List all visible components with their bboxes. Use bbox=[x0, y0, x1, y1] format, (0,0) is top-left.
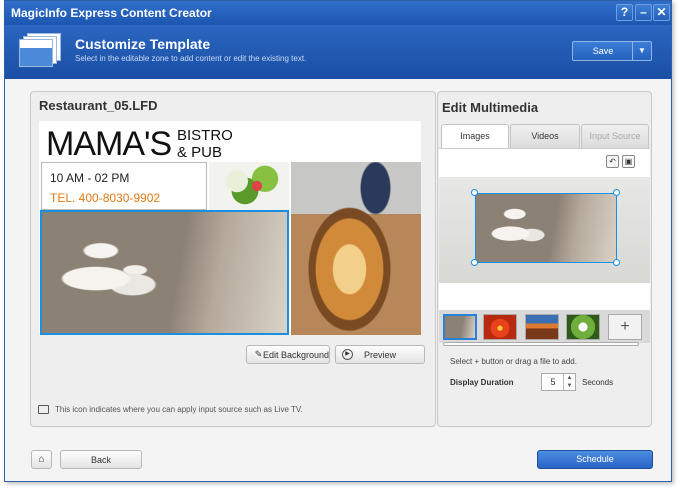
save-dropdown-icon[interactable]: ▼ bbox=[632, 42, 651, 60]
home-button[interactable]: ⌂ bbox=[31, 450, 52, 469]
save-label: Save bbox=[592, 46, 614, 56]
tab-videos[interactable]: Videos bbox=[510, 124, 580, 148]
page-title: Customize Template bbox=[75, 36, 211, 52]
window-title: MagicInfo Express Content Creator bbox=[11, 6, 212, 20]
salad-image-zone[interactable] bbox=[209, 162, 289, 210]
preview-label: Preview bbox=[363, 350, 396, 360]
crop-frame[interactable] bbox=[475, 193, 617, 263]
hours-text: 10 AM - 02 PM bbox=[50, 171, 130, 185]
bistro-line: BISTRO bbox=[177, 127, 233, 144]
crop-handle-top-right[interactable] bbox=[613, 189, 620, 196]
pub-line: & PUB bbox=[177, 144, 223, 161]
save-image-icon[interactable]: ▣ bbox=[622, 155, 635, 168]
add-media-hint: Select + button or drag a file to add. bbox=[450, 357, 577, 366]
template-stack-icon bbox=[19, 33, 63, 67]
media-editor: ↶ ▣ bbox=[439, 148, 650, 310]
tab-images[interactable]: Images bbox=[441, 124, 509, 148]
save-button[interactable]: Save ▼ bbox=[572, 41, 652, 61]
crop-handle-bottom-left[interactable] bbox=[471, 259, 478, 266]
template-canvas: MAMA'S BISTRO & PUB 10 AM - 02 PM TEL. 4… bbox=[39, 121, 421, 335]
increment-icon[interactable]: ▲ bbox=[564, 374, 575, 382]
page-subtitle: Select in the editable zone to add conte… bbox=[75, 54, 307, 63]
display-duration-unit: Seconds bbox=[582, 378, 614, 387]
chefs-image-zone-selected[interactable] bbox=[40, 210, 289, 335]
display-duration-value[interactable]: 5 bbox=[542, 377, 564, 387]
thumbnail-scrollbar[interactable] bbox=[443, 342, 639, 346]
crop-handle-top-left[interactable] bbox=[471, 189, 478, 196]
thumbnail-canyon[interactable] bbox=[525, 314, 559, 340]
home-icon: ⌂ bbox=[38, 454, 45, 465]
tv-icon bbox=[38, 405, 49, 414]
info-text-zone[interactable]: 10 AM - 02 PM TEL. 400-8030-9902 bbox=[41, 162, 207, 210]
decrement-icon[interactable]: ▼ bbox=[564, 382, 575, 390]
display-duration-stepper[interactable]: 5 ▲ ▼ bbox=[541, 373, 576, 391]
schedule-button[interactable]: Schedule bbox=[537, 450, 653, 469]
edit-background-label: Edit Background bbox=[262, 350, 330, 360]
undo-icon[interactable]: ↶ bbox=[606, 155, 619, 168]
tab-input-source: Input Source bbox=[581, 124, 649, 148]
edit-background-button[interactable]: ✎ Edit Background bbox=[246, 345, 330, 364]
media-tabs: Images Videos Input Source bbox=[441, 124, 649, 148]
input-source-note-text: This icon indicates where you can apply … bbox=[55, 405, 303, 414]
preview-button[interactable]: ▶ Preview bbox=[335, 345, 425, 364]
back-label: Back bbox=[90, 455, 111, 465]
minimize-button[interactable]: – bbox=[635, 4, 652, 21]
title-bar: MagicInfo Express Content Creator ? – ✕ bbox=[5, 1, 671, 25]
add-media-button[interactable]: + bbox=[608, 314, 642, 340]
thumbnail-strip: + bbox=[439, 310, 650, 343]
template-file-name: Restaurant_05.LFD bbox=[39, 98, 158, 113]
phone-text: TEL. 400-8030-9902 bbox=[50, 191, 161, 205]
multimedia-title: Edit Multimedia bbox=[442, 100, 539, 115]
template-title-text[interactable]: MAMA'S bbox=[46, 125, 172, 164]
display-duration-label: Display Duration bbox=[450, 378, 514, 387]
crop-handle-bottom-right[interactable] bbox=[613, 259, 620, 266]
close-button[interactable]: ✕ bbox=[653, 4, 670, 21]
media-preview bbox=[439, 177, 650, 283]
help-button[interactable]: ? bbox=[616, 4, 633, 21]
thumbnail-white-flower[interactable] bbox=[566, 314, 600, 340]
pizza-image-zone[interactable] bbox=[291, 162, 421, 335]
thumbnail-red-flower[interactable] bbox=[483, 314, 517, 340]
template-subtitle-text[interactable]: BISTRO & PUB bbox=[177, 127, 233, 161]
back-button[interactable]: Back bbox=[60, 450, 142, 469]
template-panel: Restaurant_05.LFD MAMA'S BISTRO & PUB 10… bbox=[30, 91, 436, 427]
thumbnail-chefs[interactable] bbox=[443, 314, 477, 340]
duration-spinner[interactable]: ▲ ▼ bbox=[563, 374, 575, 390]
